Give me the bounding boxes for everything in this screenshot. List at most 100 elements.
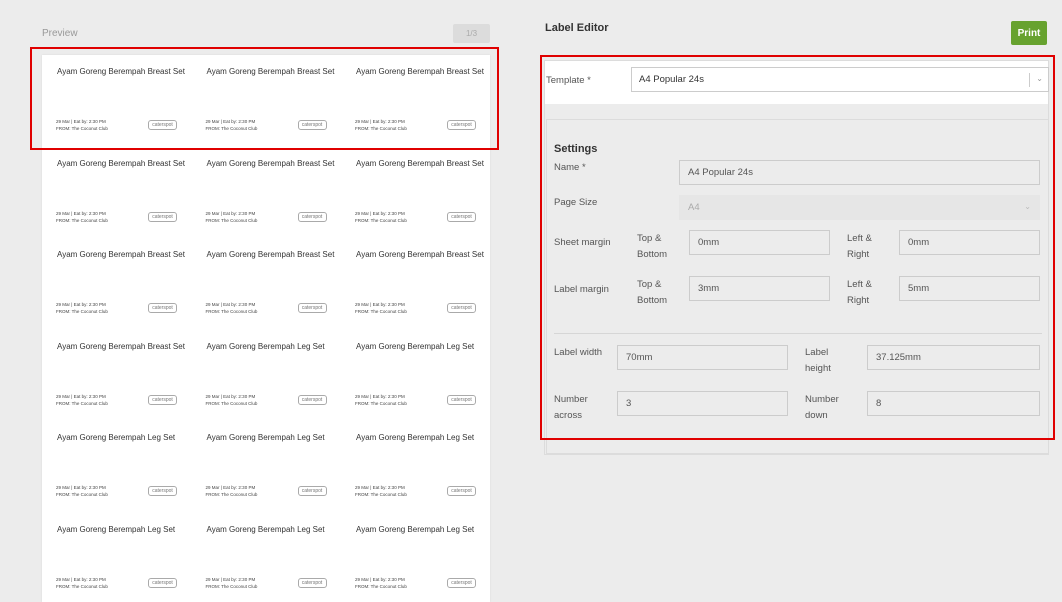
label-card-date: 29 Mar | Eat by: 2:30 PM — [56, 302, 106, 307]
label-card-details: 29 Mar | Eat by: 2:30 PM FROM: The Coconu… — [355, 484, 407, 498]
label-card-details: 29 Mar | Eat by: 2:30 PM FROM: The Coconu… — [206, 484, 258, 498]
label-card-from: FROM: The Coconut Club — [355, 400, 407, 406]
label-height-label: Label height — [805, 347, 831, 374]
label-sheet-preview: Ayam Goreng Berempah Breast Set 29 Mar | … — [42, 55, 490, 602]
label-card: Ayam Goreng Berempah Breast Set 29 Mar | … — [42, 147, 191, 238]
label-card-date: 29 Mar | Eat by: 2:30 PM — [205, 302, 256, 307]
label-card-title: Ayam Goreng Berempah Breast Set — [57, 67, 185, 76]
caterspot-logo: caterspot — [297, 120, 327, 130]
label-card-from: FROM: The Coconut Club — [205, 309, 258, 314]
label-margin-label: Label margin — [554, 284, 609, 295]
label-card-from: FROM: The Coconut Club — [56, 126, 108, 131]
editor-title: Label Editor — [545, 22, 609, 34]
number-down-input[interactable]: 8 — [867, 391, 1040, 416]
select-separator — [1029, 73, 1030, 87]
label-card-title: Ayam Goreng Berempah Leg Set — [356, 433, 475, 442]
name-label: Name * — [554, 162, 586, 173]
label-card-details: 29 Mar | Eat by: 2:30 PM FROM: The Coconu… — [206, 210, 258, 224]
label-card-title: Ayam Goreng Berempah Breast Set — [57, 341, 185, 351]
label-card-details: 29 Mar | Eat by: 2:30 PM FROM: The Coconu… — [355, 393, 407, 407]
label-card: Ayam Goreng Berempah Breast Set 29 Mar | … — [42, 55, 191, 146]
label-card-from: FROM: The Coconut Club — [56, 492, 108, 497]
label-card-date: 29 Mar | Eat by: 2:30 PM — [56, 576, 106, 582]
caterspot-logo: caterspot — [447, 577, 476, 588]
label-card-details: 29 Mar | Eat by: 2:30 PM FROM: The Coconu… — [56, 301, 108, 315]
page-indicator[interactable]: 1/3 — [453, 24, 490, 43]
sheet-margin-tb-input[interactable]: 0mm — [689, 230, 830, 255]
divider — [554, 333, 1042, 334]
label-card-date: 29 Mar | Eat by: 2:30 PM — [56, 485, 106, 490]
label-card-from: FROM: The Coconut Club — [355, 217, 407, 223]
label-card-details: 29 Mar | Eat by: 2:30 PM FROM: The Coconu… — [355, 576, 407, 590]
caterspot-logo: caterspot — [297, 394, 327, 405]
caterspot-logo: caterspot — [297, 486, 327, 496]
sheet-margin-lr-label: Left & Right — [847, 233, 872, 260]
preview-title: Preview — [42, 28, 78, 39]
label-margin-tb-input[interactable]: 3mm — [689, 276, 830, 301]
number-across-input[interactable]: 3 — [617, 391, 788, 416]
label-card: Ayam Goreng Berempah Breast Set 29 Mar | … — [341, 55, 490, 146]
label-card: Ayam Goreng Berempah Leg Set 29 Mar | Eat… — [42, 421, 191, 512]
label-card-from: FROM: The Coconut Club — [205, 217, 258, 223]
label-card-title: Ayam Goreng Berempah Leg Set — [57, 524, 176, 534]
chevron-down-icon[interactable]: ⌄ — [1036, 74, 1043, 83]
label-card-details: 29 Mar | Eat by: 2:30 PM FROM: The Coconu… — [56, 210, 108, 224]
label-card: Ayam Goreng Berempah Leg Set 29 Mar | Eat… — [341, 421, 490, 512]
label-margin-tb-label: Top & Bottom — [637, 279, 668, 306]
label-card-title: Ayam Goreng Berempah Breast Set — [206, 158, 335, 168]
label-card-details: 29 Mar | Eat by: 2:30 PM FROM: The Coconu… — [206, 118, 258, 132]
label-card-from: FROM: The Coconut Club — [205, 126, 258, 131]
label-card-details: 29 Mar | Eat by: 2:30 PM FROM: The Coconu… — [206, 301, 258, 315]
caterspot-logo: caterspot — [447, 303, 476, 313]
label-card-from: FROM: The Coconut Club — [355, 492, 407, 497]
label-card: Ayam Goreng Berempah Breast Set 29 Mar | … — [192, 147, 341, 238]
label-card-date: 29 Mar | Eat by: 2:30 PM — [205, 119, 256, 124]
caterspot-logo: caterspot — [447, 486, 476, 496]
label-card-details: 29 Mar | Eat by: 2:30 PM FROM: The Coconu… — [206, 576, 258, 590]
label-card-from: FROM: The Coconut Club — [56, 400, 108, 406]
label-card-from: FROM: The Coconut Club — [205, 492, 258, 497]
print-button[interactable]: Print — [1011, 21, 1047, 45]
caterspot-logo: caterspot — [148, 303, 177, 313]
label-card-title: Ayam Goreng Berempah Breast Set — [206, 250, 335, 259]
label-card-from: FROM: The Coconut Club — [355, 583, 407, 589]
label-card-details: 29 Mar | Eat by: 2:30 PM FROM: The Coconu… — [56, 576, 108, 590]
caterspot-logo: caterspot — [447, 211, 476, 222]
label-card-title: Ayam Goreng Berempah Breast Set — [356, 158, 484, 168]
number-across-label: Number across — [554, 394, 588, 421]
label-card-details: 29 Mar | Eat by: 2:30 PM FROM: The Coconu… — [56, 118, 108, 132]
label-card-title: Ayam Goreng Berempah Leg Set — [206, 524, 325, 534]
label-card-date: 29 Mar | Eat by: 2:30 PM — [205, 393, 256, 399]
label-card-from: FROM: The Coconut Club — [56, 217, 108, 223]
chevron-down-icon: ⌄ — [1024, 202, 1031, 211]
label-card-title: Ayam Goreng Berempah Breast Set — [57, 158, 185, 168]
label-card-title: Ayam Goreng Berempah Leg Set — [206, 433, 325, 442]
label-card: Ayam Goreng Berempah Breast Set 29 Mar | … — [42, 330, 191, 421]
label-margin-lr-input[interactable]: 5mm — [899, 276, 1040, 301]
label-card-date: 29 Mar | Eat by: 2:30 PM — [205, 485, 256, 490]
label-card-date: 29 Mar | Eat by: 2:30 PM — [205, 210, 256, 216]
number-down-label: Number down — [805, 394, 839, 421]
settings-heading: Settings — [554, 143, 598, 155]
label-card-date: 29 Mar | Eat by: 2:30 PM — [56, 119, 106, 124]
template-label: Template * — [546, 75, 591, 86]
label-height-input[interactable]: 37.125mm — [867, 345, 1040, 370]
label-card-date: 29 Mar | Eat by: 2:30 PM — [205, 576, 256, 582]
label-card-title: Ayam Goreng Berempah Leg Set — [206, 341, 325, 351]
label-card-title: Ayam Goreng Berempah Breast Set — [57, 250, 185, 259]
template-select[interactable]: A4 Popular 24s ⌄ — [631, 67, 1049, 92]
label-card-details: 29 Mar | Eat by: 2:30 PM FROM: The Coconu… — [355, 118, 407, 132]
label-card-from: FROM: The Coconut Club — [56, 583, 108, 589]
caterspot-logo: caterspot — [447, 394, 476, 405]
label-width-label: Label width — [554, 347, 603, 358]
caterspot-logo: caterspot — [447, 120, 476, 130]
caterspot-logo: caterspot — [297, 577, 327, 588]
sheet-margin-lr-input[interactable]: 0mm — [899, 230, 1040, 255]
label-card: Ayam Goreng Berempah Leg Set 29 Mar | Eat… — [341, 330, 490, 421]
label-width-input[interactable]: 70mm — [617, 345, 788, 370]
label-card-date: 29 Mar | Eat by: 2:30 PM — [56, 210, 106, 216]
label-card: Ayam Goreng Berempah Breast Set 29 Mar | … — [341, 238, 490, 329]
name-input[interactable]: A4 Popular 24s — [679, 160, 1040, 185]
label-card-details: 29 Mar | Eat by: 2:30 PM FROM: The Coconu… — [206, 393, 258, 407]
label-card: Ayam Goreng Berempah Breast Set 29 Mar | … — [341, 147, 490, 238]
